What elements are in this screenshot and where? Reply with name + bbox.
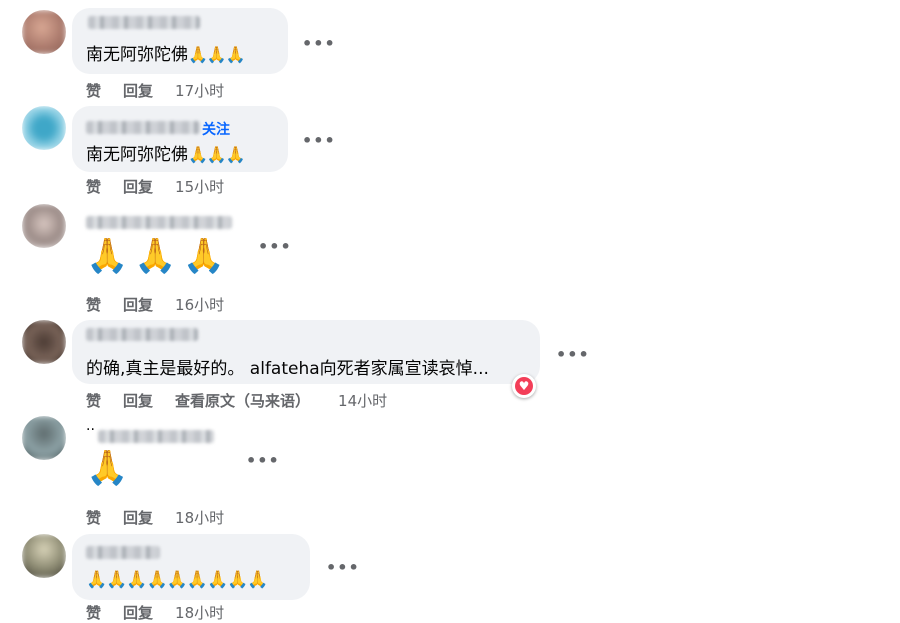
- like-button[interactable]: 赞: [86, 178, 101, 196]
- more-options-icon[interactable]: •••: [326, 558, 360, 577]
- like-button[interactable]: 赞: [86, 296, 101, 314]
- avatar[interactable]: [22, 106, 66, 150]
- comment-bubble: 南无阿弥陀佛🙏🙏🙏: [72, 8, 288, 74]
- avatar[interactable]: [22, 204, 66, 248]
- reply-button[interactable]: 回复: [123, 604, 153, 622]
- pray-emoji: 🙏🙏🙏: [86, 236, 232, 276]
- comment-prefix: ..: [86, 418, 95, 434]
- pray-emoji: 🙏🙏🙏: [188, 145, 246, 164]
- more-options-icon[interactable]: •••: [556, 345, 590, 364]
- see-original-link[interactable]: 查看原文（马来语）: [175, 392, 310, 410]
- timestamp[interactable]: 16小时: [175, 296, 224, 314]
- pray-emoji: 🙏: [86, 448, 135, 488]
- comment-text: 南无阿弥陀佛🙏🙏🙏: [86, 140, 246, 165]
- comment-body: 南无阿弥陀佛: [86, 145, 188, 165]
- author-name[interactable]: [86, 328, 198, 341]
- reply-button[interactable]: 回复: [123, 509, 153, 527]
- like-button[interactable]: 赞: [86, 509, 101, 527]
- more-options-icon[interactable]: •••: [258, 237, 292, 256]
- like-button[interactable]: 赞: [86, 392, 101, 410]
- timestamp[interactable]: 18小时: [175, 604, 224, 622]
- author-name[interactable]: [98, 430, 214, 443]
- more-options-icon[interactable]: •••: [302, 131, 336, 150]
- comment-text: 南无阿弥陀佛🙏🙏🙏: [86, 40, 246, 65]
- more-options-icon[interactable]: •••: [246, 451, 280, 470]
- like-button[interactable]: 赞: [86, 604, 101, 622]
- comment-actions: 赞 回复 18小时: [86, 507, 246, 528]
- comment-bubble: 的确,真主是最好的。 alfateha向死者家属宣读哀悼...: [72, 320, 540, 384]
- avatar[interactable]: [22, 534, 66, 578]
- comment-bubble: 🙏🙏🙏🙏🙏🙏🙏🙏🙏: [72, 534, 310, 600]
- timestamp[interactable]: 17小时: [175, 82, 224, 100]
- reply-button[interactable]: 回复: [123, 296, 153, 314]
- comment-actions: 赞 回复 18小时: [86, 602, 246, 623]
- like-button[interactable]: 赞: [86, 82, 101, 100]
- author-name[interactable]: [86, 546, 160, 559]
- author-name[interactable]: [88, 16, 200, 29]
- pray-emoji: 🙏🙏🙏: [188, 45, 246, 64]
- pray-emoji: 🙏🙏🙏🙏🙏🙏🙏🙏🙏: [86, 570, 269, 590]
- comment-actions: 赞 回复 查看原文（马来语） 14小时: [86, 390, 409, 411]
- author-name[interactable]: [86, 216, 232, 229]
- heart-reaction-icon[interactable]: ♥: [512, 374, 536, 398]
- comment-actions: 赞 回复 17小时: [86, 80, 246, 101]
- comment-body: 南无阿弥陀佛: [86, 45, 188, 65]
- comment-actions: 赞 回复 16小时: [86, 294, 246, 315]
- more-options-icon[interactable]: •••: [302, 34, 336, 53]
- reply-button[interactable]: 回复: [123, 178, 153, 196]
- reply-button[interactable]: 回复: [123, 392, 153, 410]
- avatar[interactable]: [22, 416, 66, 460]
- author-name[interactable]: [86, 121, 200, 134]
- comment-actions: 赞 回复 15小时: [86, 176, 246, 197]
- timestamp[interactable]: 18小时: [175, 509, 224, 527]
- follow-button[interactable]: 关注: [202, 119, 230, 139]
- avatar[interactable]: [22, 10, 66, 54]
- timestamp[interactable]: 15小时: [175, 178, 224, 196]
- comment-bubble: 关注 南无阿弥陀佛🙏🙏🙏: [72, 106, 288, 172]
- avatar[interactable]: [22, 320, 66, 364]
- reply-button[interactable]: 回复: [123, 82, 153, 100]
- comment-body: 的确,真主是最好的。 alfateha向死者家属宣读哀悼...: [86, 359, 489, 379]
- timestamp[interactable]: 14小时: [338, 392, 387, 410]
